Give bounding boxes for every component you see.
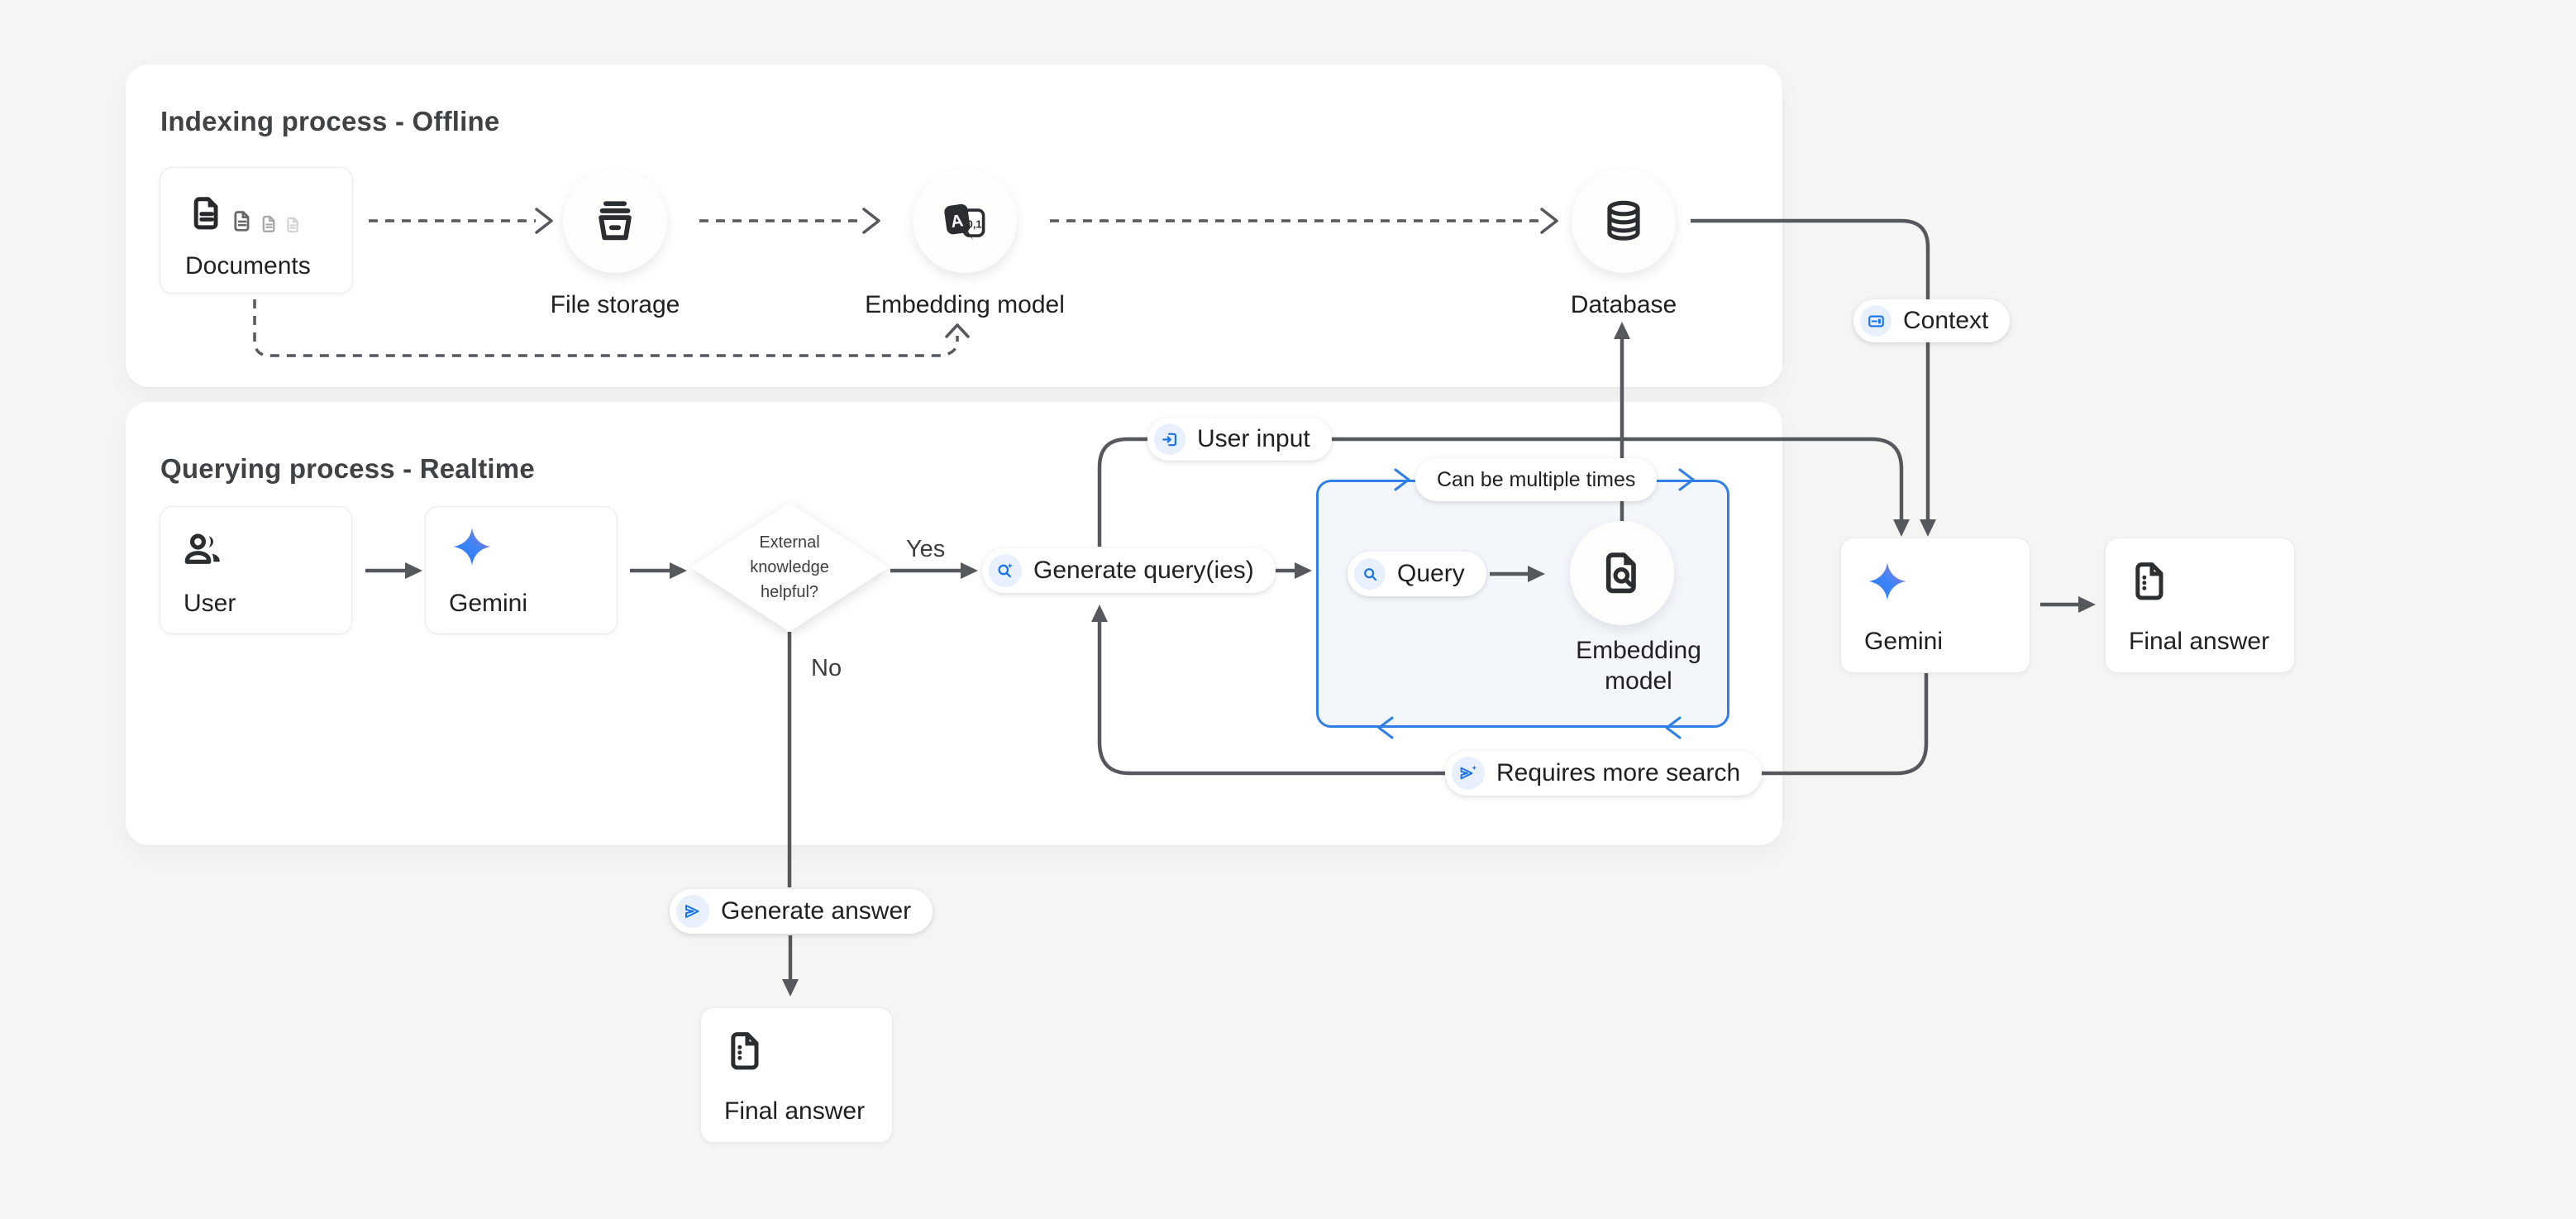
no-edge-label: No [811, 655, 842, 682]
document-icon [724, 1030, 767, 1073]
storage-bucket-icon [591, 197, 639, 245]
context-icon-chip [1860, 305, 1891, 337]
decision-line2: knowledge [750, 555, 829, 580]
user-input-pill: User input [1147, 418, 1332, 461]
final-answer-node-bottom: Final answer [700, 1007, 893, 1143]
file-storage-label: File storage [483, 289, 747, 320]
user-node: User [160, 506, 352, 634]
can-be-multiple-times-label: Can be multiple times [1437, 468, 1635, 492]
file-search-icon [1599, 550, 1645, 596]
generate-queries-pill: Generate query(ies) [982, 548, 1276, 593]
context-icon [1867, 312, 1886, 331]
gemini-second-label: Gemini [1864, 628, 1943, 656]
database-label: Database [1491, 289, 1756, 320]
documents-label: Documents [185, 252, 311, 280]
decision-line3: helpful? [761, 580, 818, 605]
final-answer-right-label: Final answer [2129, 628, 2269, 656]
database-node [1572, 169, 1676, 273]
gemini-first-label: Gemini [449, 590, 527, 618]
query-icon-chip [1354, 558, 1386, 590]
query-label: Query [1397, 560, 1465, 588]
search-icon [1361, 565, 1380, 584]
user-label: User [184, 590, 236, 618]
input-icon [1161, 430, 1180, 449]
yes-edge-label: Yes [906, 536, 945, 563]
file-storage-node [563, 169, 667, 273]
final-answer-node-right: Final answer [2105, 538, 2295, 673]
tokenizer-icon: 0,1 A [939, 195, 990, 246]
generate-answer-label: Generate answer [721, 897, 911, 925]
embedding-model-offline-label: Embedding model [832, 289, 1097, 320]
embedding-model-realtime-label: Embedding model [1506, 635, 1771, 696]
documents-stack-icon [188, 191, 302, 236]
requires-more-search-pill: Requires more search [1445, 751, 1762, 796]
embedding-model-offline-node: 0,1 A [913, 169, 1017, 273]
final-answer-bottom-label: Final answer [724, 1097, 865, 1126]
generate-queries-label: Generate query(ies) [1033, 557, 1254, 585]
gemini-star-icon [451, 525, 494, 568]
generate-queries-icon-chip [989, 554, 1022, 587]
querying-panel-title: Querying process - Realtime [160, 453, 535, 485]
decision-line1: External [759, 530, 819, 555]
generate-answer-pill: Generate answer [670, 889, 933, 934]
search-sparkle-icon [995, 561, 1015, 581]
embedding-model-realtime-node [1570, 521, 1674, 625]
people-icon [182, 528, 225, 571]
user-input-label: User input [1197, 425, 1310, 453]
indexing-panel-title: Indexing process - Offline [160, 106, 499, 137]
context-label: Context [1903, 307, 1988, 335]
svg-text:A: A [950, 211, 965, 232]
document-icon [2129, 560, 2172, 603]
send-sparkle-icon [1458, 763, 1478, 783]
documents-node: Documents [160, 167, 353, 294]
gemini-node-second: Gemini [1840, 538, 2030, 673]
gemini-star-icon [1866, 560, 1909, 603]
database-icon [1600, 198, 1647, 244]
send-icon [683, 901, 703, 921]
decision-node: External knowledge helpful? [690, 503, 889, 632]
requires-more-search-label: Requires more search [1496, 759, 1740, 787]
requires-more-search-icon-chip [1452, 757, 1485, 790]
user-input-icon-chip [1154, 423, 1185, 455]
context-pill: Context [1853, 299, 2010, 342]
gemini-node-first: Gemini [425, 506, 618, 634]
generate-answer-icon-chip [676, 895, 709, 928]
can-be-multiple-times-pill: Can be multiple times [1415, 458, 1657, 501]
query-pill: Query [1348, 552, 1486, 596]
rag-architecture-diagram: Indexing process - Offline Querying proc… [0, 0, 2576, 1219]
